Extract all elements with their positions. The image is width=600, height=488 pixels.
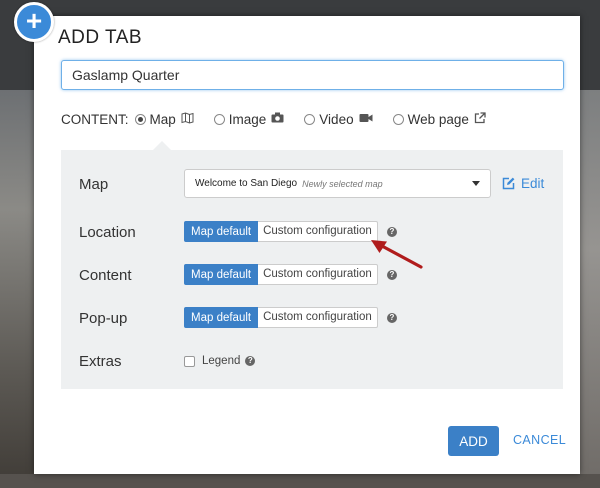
content-option-webpage[interactable]: Web page: [392, 111, 486, 127]
edit-map-link[interactable]: Edit: [502, 176, 544, 191]
tab-name-input[interactable]: [61, 60, 564, 90]
add-button[interactable]: ADD: [448, 426, 499, 456]
content-label: CONTENT:: [61, 111, 129, 127]
popup-custom-button[interactable]: Custom configuration: [258, 307, 378, 328]
chevron-down-icon: [472, 181, 480, 186]
popup-toggle: Map default Custom configuration: [184, 307, 378, 328]
help-icon[interactable]: ?: [387, 270, 397, 280]
annotation-arrow-icon: [371, 240, 423, 269]
content-row-label: Content: [79, 267, 132, 284]
popup-row-label: Pop-up: [79, 310, 128, 327]
content-map-default-button[interactable]: Map default: [184, 264, 259, 285]
content-option-video[interactable]: Video: [304, 111, 373, 127]
radio-video[interactable]: [304, 113, 316, 125]
radio-webpage[interactable]: [392, 113, 404, 125]
content-option-map[interactable]: Map: [134, 111, 194, 127]
map-row-label: Map: [79, 176, 109, 193]
background-photo-right: [580, 90, 600, 488]
legend-checkbox[interactable]: [184, 355, 195, 367]
map-select-note: Newly selected map: [302, 178, 383, 189]
cancel-button[interactable]: CANCEL: [513, 433, 566, 447]
content-option-label: Video: [319, 111, 354, 127]
legend-label: Legend: [202, 355, 241, 367]
panel-pointer: [153, 141, 171, 150]
extras-row-label: Extras: [79, 353, 122, 370]
content-type-selector: CONTENT: Map Image Video Web page: [61, 110, 506, 128]
background-photo-bottom: [0, 474, 600, 488]
map-select[interactable]: Welcome to San Diego Newly selected map: [184, 169, 491, 198]
map-select-value: Welcome to San Diego: [195, 178, 298, 189]
location-toggle: Map default Custom configuration: [184, 221, 378, 242]
external-link-icon: [474, 111, 486, 127]
radio-map[interactable]: [134, 113, 146, 125]
content-custom-button[interactable]: Custom configuration: [258, 264, 378, 285]
help-icon[interactable]: ?: [245, 356, 256, 366]
location-row-label: Location: [79, 224, 136, 241]
help-icon[interactable]: ?: [387, 313, 397, 323]
help-icon[interactable]: ?: [387, 227, 397, 237]
dialog-title: ADD TAB: [58, 27, 143, 48]
plus-icon: +: [14, 2, 54, 42]
location-map-default-button[interactable]: Map default: [184, 221, 259, 242]
edit-icon: [502, 177, 515, 190]
background-photo-left: [0, 90, 34, 488]
camera-icon: [271, 112, 284, 126]
content-option-label: Image: [228, 111, 267, 127]
map-icon: [181, 111, 194, 127]
content-toggle: Map default Custom configuration: [184, 264, 378, 285]
location-custom-button[interactable]: Custom configuration: [258, 221, 378, 242]
legend-option: Legend ?: [184, 355, 256, 367]
video-camera-icon: [359, 112, 373, 126]
radio-image[interactable]: [213, 113, 225, 125]
content-option-label: Map: [149, 111, 176, 127]
content-option-image[interactable]: Image: [213, 111, 285, 127]
content-option-label: Web page: [407, 111, 469, 127]
popup-map-default-button[interactable]: Map default: [184, 307, 259, 328]
edit-label: Edit: [521, 176, 545, 191]
